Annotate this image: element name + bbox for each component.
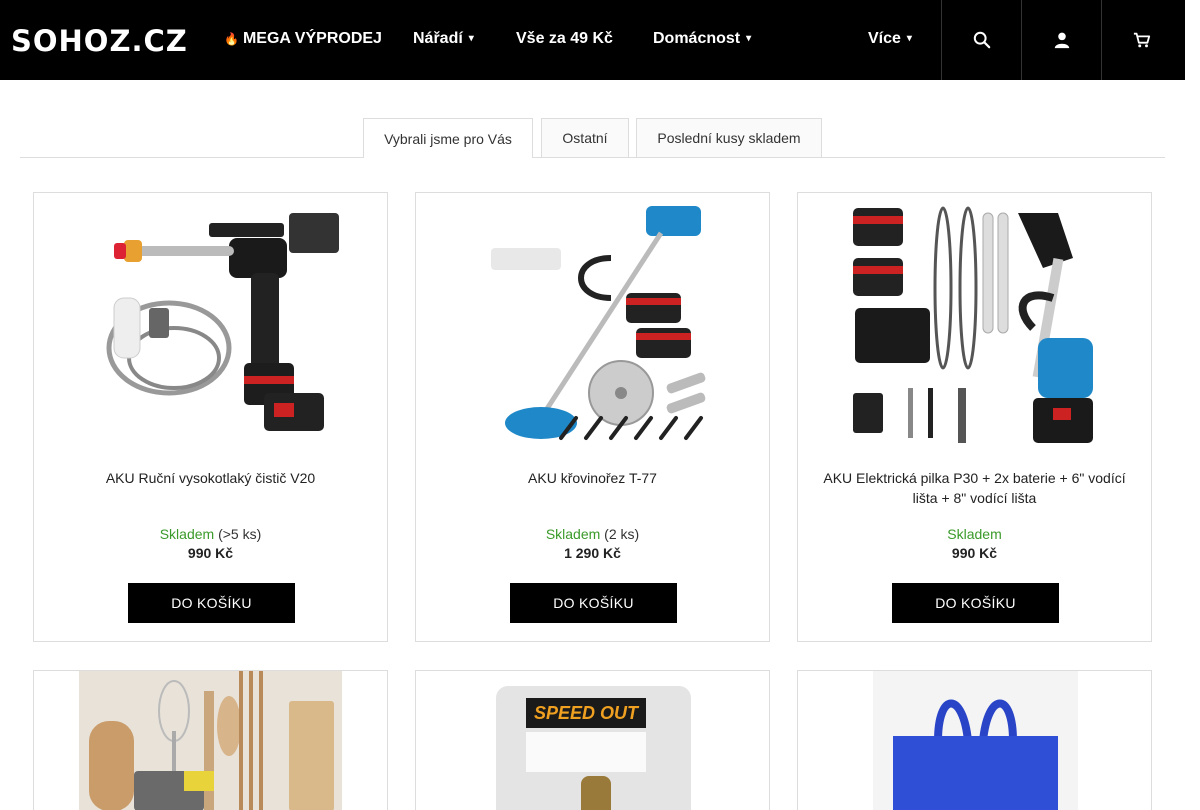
package-stripe: [526, 732, 646, 772]
product-image-screw-extractor[interactable]: SPEED OUT: [496, 686, 691, 810]
product-name[interactable]: AKU křovinořez T-77: [428, 468, 757, 488]
cart-icon: [1133, 32, 1150, 48]
nav-label: Domácnost: [653, 30, 741, 47]
stock-label: Skladem: [545, 526, 601, 542]
product-name[interactable]: AKU Elektrická pilka P30 + 2x baterie + …: [810, 468, 1139, 508]
product-price: 990 Kč: [187, 545, 234, 561]
user-icon: [1054, 32, 1069, 49]
product-image-blue-bag[interactable]: [873, 671, 1078, 810]
product-card: [797, 670, 1152, 810]
search-button[interactable]: [941, 0, 1021, 80]
stock-status: Skladem: [798, 526, 1151, 542]
add-to-cart-button[interactable]: DO KOŠÍKU: [128, 583, 295, 623]
add-to-cart-button[interactable]: DO KOŠÍKU: [892, 583, 1059, 623]
nav-label: MEGA VÝPRODEJ: [242, 30, 382, 47]
stock-qty: (>5 ks): [218, 526, 262, 542]
top-header: SOHOZ.CZ 🔥 MEGA VÝPRODEJ Nářadí ▾ Vše za 4…: [0, 0, 1185, 80]
product-image-chainsaw[interactable]: [843, 198, 1106, 453]
product-image-kitchen-utensils[interactable]: [79, 671, 342, 810]
nav-vse-za-49[interactable]: Vše za 49 Kč: [516, 30, 613, 48]
chevron-down-icon: ▾: [746, 33, 752, 45]
product-image-pressure-washer[interactable]: [79, 198, 342, 453]
add-to-cart-button[interactable]: DO KOŠÍKU: [510, 583, 677, 623]
chevron-down-icon: ▾: [468, 33, 474, 45]
nav-label: Nářadí: [413, 30, 463, 47]
tab-vybrali-jsme[interactable]: Vybrali jsme pro Vás: [363, 118, 533, 158]
fire-icon: 🔥: [224, 32, 239, 46]
package-tool: [581, 776, 611, 810]
product-card: [33, 670, 388, 810]
product-image-grass-trimmer[interactable]: [461, 198, 724, 453]
nav-label: Více: [868, 30, 901, 47]
stock-status: Skladem (>5 ks): [34, 526, 387, 542]
product-price: 990 Kč: [951, 545, 998, 561]
tab-posledni-kusy[interactable]: Poslední kusy skladem: [636, 118, 822, 158]
nav-label: Vše za 49 Kč: [516, 30, 613, 47]
cart-button[interactable]: [1101, 0, 1181, 80]
nav-mega-vyprodej[interactable]: 🔥 MEGA VÝPRODEJ: [224, 30, 382, 48]
product-card: AKU Elektrická pilka P30 + 2x baterie + …: [797, 192, 1152, 642]
site-logo[interactable]: SOHOZ.CZ: [11, 24, 188, 58]
product-name[interactable]: AKU Ruční vysokotlaký čistič V20: [46, 468, 375, 488]
stock-status: Skladem (2 ks): [416, 526, 769, 542]
search-icon: [973, 31, 990, 49]
package-label: SPEED OUT: [526, 698, 646, 728]
stock-qty: (2 ks): [604, 526, 640, 542]
nav-naradi[interactable]: Nářadí ▾: [413, 30, 474, 48]
nav-domacnost[interactable]: Domácnost ▾: [653, 30, 751, 48]
chevron-down-icon: ▾: [906, 33, 912, 45]
tab-ostatni[interactable]: Ostatní: [541, 118, 629, 158]
product-card: AKU Ruční vysokotlaký čistič V20 Skladem…: [33, 192, 388, 642]
stock-label: Skladem: [947, 526, 1002, 542]
stock-label: Skladem: [159, 526, 215, 542]
product-price: 1 290 Kč: [564, 545, 621, 561]
nav-vice[interactable]: Více ▾: [868, 30, 912, 48]
account-button[interactable]: [1021, 0, 1101, 80]
product-card: AKU křovinořez T-77 Skladem (2 ks) 1 290…: [415, 192, 770, 642]
product-card: SPEED OUT: [415, 670, 770, 810]
